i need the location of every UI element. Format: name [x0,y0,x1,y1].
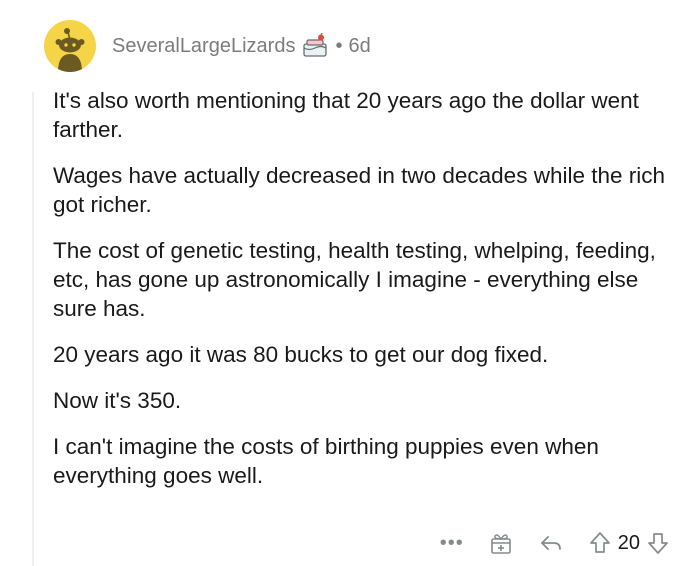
gift-icon [490,534,511,554]
comment-paragraph: 20 years ago it was 80 bucks to get our … [53,342,549,367]
upvote-icon[interactable] [588,530,612,556]
comment-body: It's also worth mentioning that 20 years… [53,86,683,507]
award-button[interactable] [488,530,514,556]
thread-line[interactable] [32,92,34,566]
avatar[interactable] [44,20,96,72]
cake-day-icon [301,33,329,59]
snoo-avatar-icon [55,28,85,72]
vote-controls: 20 [588,530,670,556]
vote-score: 20 [617,531,640,554]
reply-button[interactable] [538,530,564,556]
comment-paragraph: Wages have actually decreased in two dec… [53,163,666,217]
username-link[interactable]: SeveralLargeLizards [112,35,295,58]
reply-arrow-icon [540,536,561,550]
comment-actions: ••• 20 [416,526,670,560]
comment-paragraph: I can't imagine the costs of birthing pu… [53,434,599,488]
comment-age[interactable]: 6d [348,35,370,58]
comment-paragraph: Now it's 350. [53,388,182,413]
more-options-button[interactable]: ••• [440,532,464,555]
meta-separator: • [335,34,343,57]
comment-header: SeveralLargeLizards • 6d [44,20,371,72]
downvote-icon[interactable] [646,530,670,556]
comment-paragraph: The cost of genetic testing, health test… [53,238,656,321]
comment-paragraph: It's also worth mentioning that 20 years… [53,88,639,142]
